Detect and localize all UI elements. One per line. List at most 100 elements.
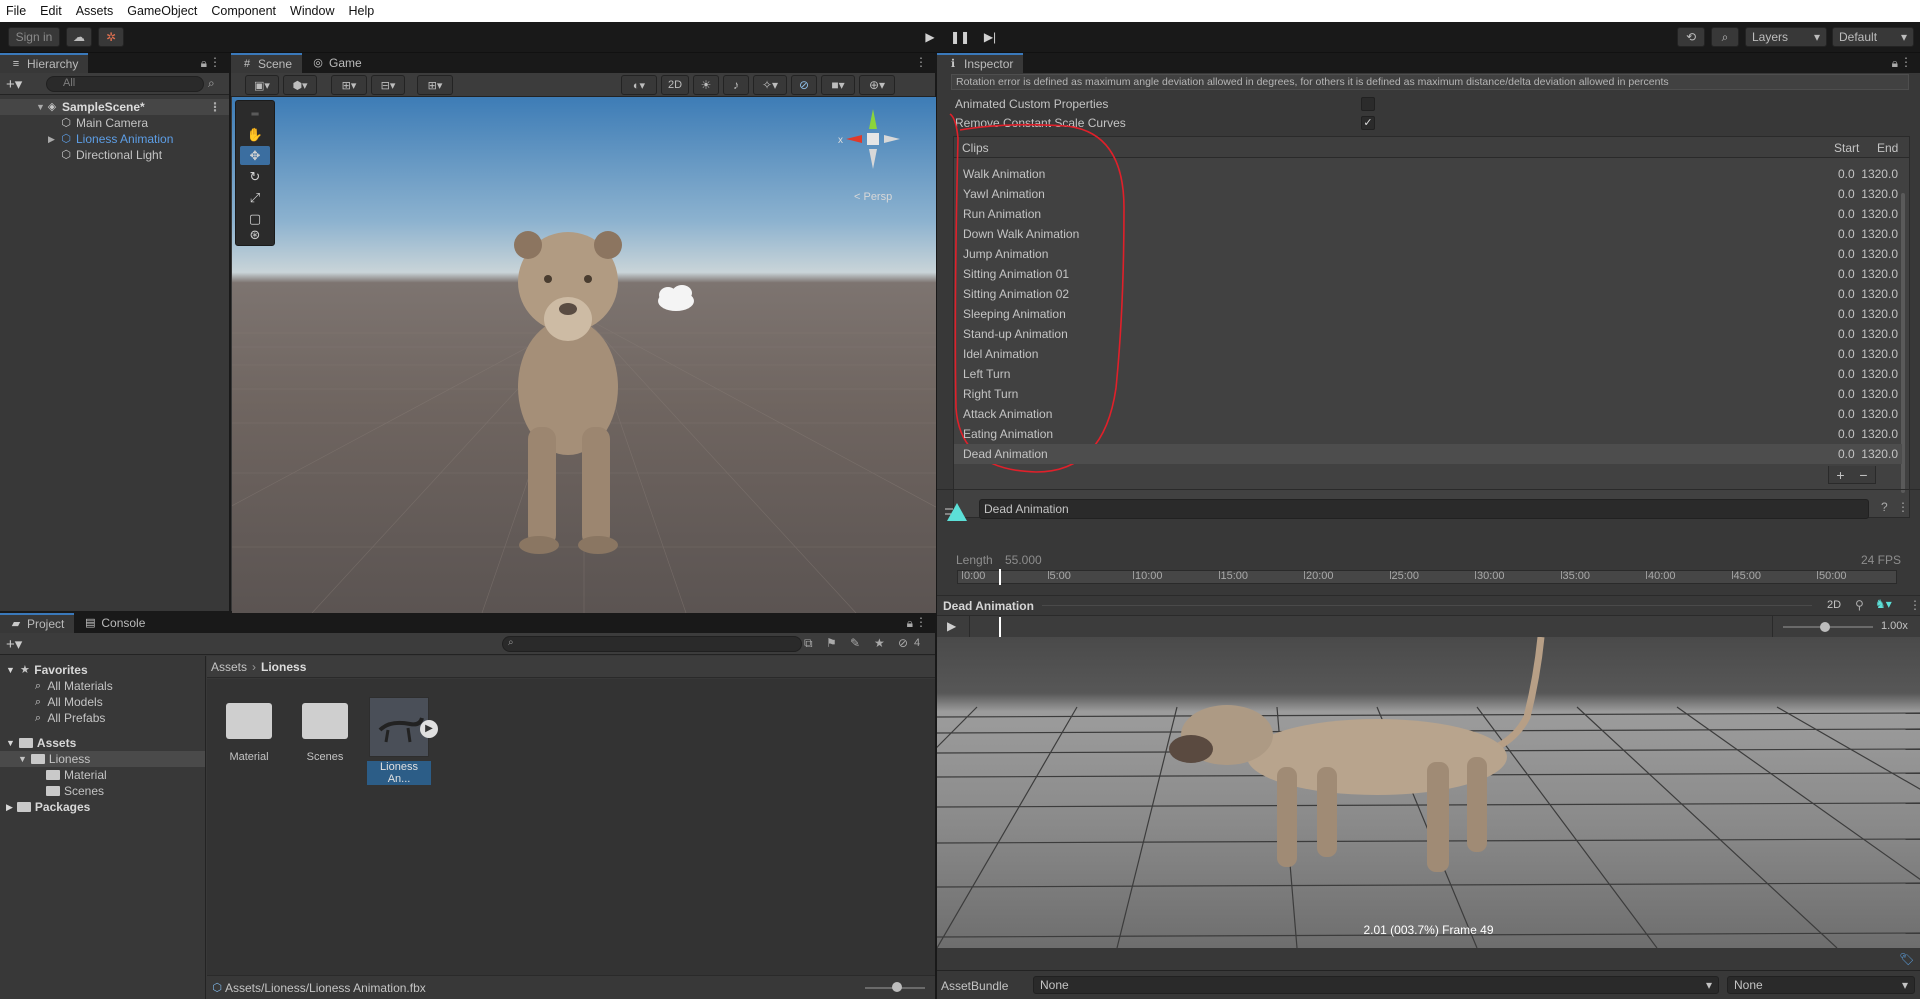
breadcrumb-lioness[interactable]: Lioness [261, 660, 306, 674]
menu-assets[interactable]: Assets [76, 4, 114, 18]
animation-preview[interactable]: 2.01 (003.7%) Frame 49 [937, 637, 1920, 948]
animated-custom-properties-checkbox[interactable] [1361, 97, 1375, 111]
scene-row[interactable]: ▼ ◈ SampleScene* ⋮ [0, 99, 229, 115]
tree-item-scenes[interactable]: Scenes [0, 783, 205, 799]
clip-row[interactable]: Sitting Animation 02 0.0 1320.0 [954, 284, 1902, 304]
clip-row[interactable]: Sleeping Animation 0.0 1320.0 [954, 304, 1902, 324]
tree-item-material[interactable]: Material [0, 767, 205, 783]
mode-2d-button[interactable]: 2D [661, 75, 689, 95]
slider-handle[interactable] [892, 982, 902, 992]
rotate-tool-icon[interactable]: ↻ [240, 167, 270, 186]
asset-variant-dropdown[interactable]: None ▾ [1727, 976, 1915, 994]
audio-icon[interactable]: ♪ [723, 75, 749, 95]
kebab-menu-icon[interactable]: ⋮ [1900, 55, 1912, 69]
transform-tool-icon[interactable]: ⊛ [240, 225, 270, 244]
timeline-cursor[interactable] [999, 569, 1001, 585]
add-clip-button[interactable]: + [1836, 467, 1844, 483]
preview-2d-toggle[interactable]: 2D [1827, 599, 1841, 611]
cloud-icon[interactable]: ☁ [66, 27, 92, 47]
asset-bundle-dropdown[interactable]: None ▾ [1033, 976, 1719, 994]
shading-button[interactable]: ◐▾ [621, 75, 657, 95]
menu-file[interactable]: File [6, 4, 26, 18]
lock-icon[interactable]: 🔒︎ [907, 616, 913, 631]
clip-row[interactable]: Attack Animation 0.0 1320.0 [954, 404, 1902, 424]
lioness-preview-model[interactable] [937, 637, 1920, 948]
lighting-icon[interactable]: ☀ [693, 75, 719, 95]
packages-header[interactable]: ▶ Packages [0, 799, 205, 815]
preview-play-icon[interactable]: ▶ [947, 619, 956, 633]
assets-header[interactable]: ▼ Assets [0, 735, 205, 751]
clip-row[interactable]: Right Turn 0.0 1320.0 [954, 384, 1902, 404]
tab-project[interactable]: ▰ Project [0, 613, 75, 633]
tab-scene[interactable]: # Scene [231, 53, 303, 73]
asset-item[interactable]: Material [217, 697, 281, 763]
visibility-icon[interactable]: ⊘ [791, 75, 817, 95]
speed-slider-handle[interactable] [1820, 622, 1830, 632]
clip-row[interactable]: Idel Animation 0.0 1320.0 [954, 344, 1902, 364]
layers-dropdown[interactable]: Layers ▾ [1745, 27, 1827, 47]
kebab-menu-icon[interactable]: ⋮ [915, 615, 927, 629]
orientation-gizmo[interactable]: x [838, 109, 908, 189]
expand-arrow-icon[interactable]: ▶ [48, 134, 55, 145]
clip-row[interactable]: Run Animation 0.0 1320.0 [954, 204, 1902, 224]
clip-name-input[interactable]: Dead Animation [979, 499, 1869, 519]
pause-icon[interactable]: ❚❚ [948, 27, 972, 47]
menu-gameobject[interactable]: GameObject [127, 4, 197, 18]
tab-console[interactable]: ▤ Console [74, 613, 155, 633]
clip-row[interactable]: YawI Animation 0.0 1320.0 [954, 184, 1902, 204]
render-mode-button[interactable]: ⬢▾ [283, 75, 317, 95]
menu-window[interactable]: Window [290, 4, 334, 18]
favorite-star-icon[interactable]: ★ [874, 636, 885, 650]
play-icon[interactable]: ▶ [918, 27, 942, 47]
lock-icon[interactable]: 🔒︎ [1892, 56, 1898, 71]
asset-item[interactable]: Scenes [293, 697, 357, 763]
search-by-label-icon[interactable]: ⚑ [826, 636, 837, 650]
avatar-icon[interactable]: ♞▾ [1875, 597, 1892, 611]
tab-inspector[interactable]: ℹ Inspector [937, 53, 1024, 73]
kebab-menu-icon[interactable]: ⋮ [1897, 500, 1909, 514]
add-icon[interactable]: +▾ [6, 75, 22, 93]
scene-viewport[interactable]: x < Persp [232, 97, 936, 613]
kebab-menu-icon[interactable]: ⋮ [1909, 598, 1920, 612]
kebab-menu-icon[interactable]: ⋮ [209, 55, 221, 69]
clip-row[interactable]: Sitting Animation 01 0.0 1320.0 [954, 264, 1902, 284]
scene-search-icon[interactable]: ⌕ [208, 76, 215, 91]
history-icon[interactable]: ⟲ [1677, 27, 1705, 47]
hierarchy-item-selected-prefab[interactable]: ▶ ⬡ Lioness Animation [0, 131, 229, 147]
tab-hierarchy[interactable]: ≡ Hierarchy [0, 53, 89, 73]
tree-item-lioness[interactable]: ▼ Lioness [0, 751, 205, 767]
move-tool-icon[interactable]: ✥ [240, 146, 270, 165]
menu-help[interactable]: Help [348, 4, 374, 18]
kebab-menu-icon[interactable]: ⋮ [209, 100, 221, 114]
menu-component[interactable]: Component [211, 4, 276, 18]
favorite-item[interactable]: ⌕ All Prefabs [0, 710, 205, 726]
clip-row[interactable]: Left Turn 0.0 1320.0 [954, 364, 1902, 384]
help-icon[interactable]: ? [1881, 500, 1888, 514]
search-by-type-icon[interactable]: ⧉ [804, 636, 813, 651]
remove-clip-button[interactable]: − [1859, 467, 1867, 483]
clip-row[interactable]: Down Walk Animation 0.0 1320.0 [954, 224, 1902, 244]
clip-row[interactable]: Eating Animation 0.0 1320.0 [954, 424, 1902, 444]
draw-mode-button[interactable]: ▣▾ [245, 75, 279, 95]
lock-icon[interactable]: 🔒︎ [201, 56, 207, 71]
tag-icon[interactable]: ✎ [850, 636, 860, 650]
collab-icon[interactable]: ✲ [98, 27, 124, 47]
clip-row-selected[interactable]: Dead Animation 0.0 1320.0 [954, 444, 1902, 464]
effects-icon[interactable]: ✧▾ [753, 75, 787, 95]
kebab-menu-icon[interactable]: ⋮ [915, 55, 927, 69]
projection-label[interactable]: < Persp [854, 191, 892, 203]
hidden-packages-icon[interactable]: ⊘ [898, 636, 908, 650]
increment-snap-button[interactable]: ⊟▾ [371, 75, 405, 95]
grid-snap-button[interactable]: ⊞▾ [331, 75, 367, 95]
pivot-icon[interactable]: ⚲ [1855, 598, 1864, 612]
remove-constant-scale-curves-checkbox[interactable]: ✓ [1361, 116, 1375, 130]
hierarchy-item[interactable]: ⬡ Main Camera [0, 115, 229, 131]
hierarchy-item[interactable]: ⬡ Directional Light [0, 147, 229, 163]
menu-edit[interactable]: Edit [40, 4, 62, 18]
favorite-item[interactable]: ⌕ All Materials [0, 678, 205, 694]
preview-timeline-cursor[interactable] [999, 617, 1001, 637]
favorites-header[interactable]: ▼ ★ Favorites [0, 662, 205, 678]
hierarchy-search-input[interactable]: All [46, 76, 204, 92]
hand-tool-icon[interactable]: ✋ [240, 125, 270, 144]
drag-handle-icon[interactable]: ═ [240, 105, 270, 124]
